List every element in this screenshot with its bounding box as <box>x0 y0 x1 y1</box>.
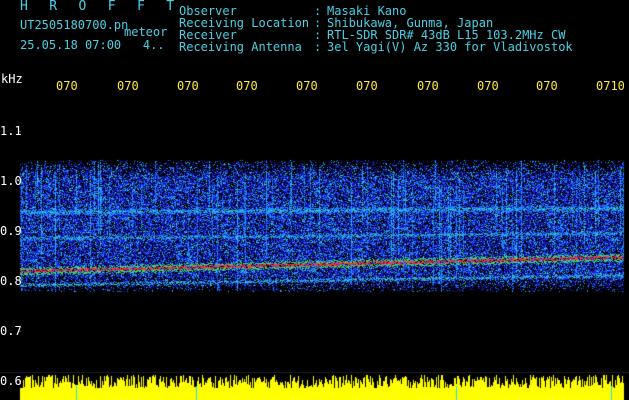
y-tick-label: 0.7 <box>0 324 22 338</box>
hrofft-spectrogram-window: H R O F F T UT2505180700.pn meteor 25.05… <box>0 0 629 400</box>
header-labels: Observer Receiving Location Receiver Receiv… <box>179 5 309 53</box>
header-values: Masaki Kano Shibukawa, Gunma, Japan RTL-SD… <box>327 5 573 53</box>
y-tick-label: 1.1 <box>0 124 22 138</box>
value-antenna: 3el Yagi(V) Az 330 for Vladivostok <box>327 40 573 54</box>
meteor-label: meteor <box>124 25 168 39</box>
y-tick-label: 0.6 <box>0 374 22 388</box>
x-tick-label: 070 <box>236 79 258 93</box>
x-tick-label: 070 <box>117 79 139 93</box>
colon: : <box>314 40 322 54</box>
x-tick-label: 070 <box>356 79 378 93</box>
y-tick-label: 1.0 <box>0 174 22 188</box>
datetime: 25.05.18 07:00 <box>20 38 122 52</box>
datetime-row: 25.05.18 07:00 4.. <box>20 39 165 51</box>
header-colons: :::: <box>314 5 321 53</box>
meteor-count: 4.. <box>142 38 165 52</box>
x-tick-label: 070 <box>56 79 78 93</box>
file-name: UT2505180700.pn <box>20 18 129 32</box>
x-tick-label: 070 <box>536 79 558 93</box>
label-antenna: Receiving Antenna <box>179 40 302 54</box>
y-tick-label: 0.8 <box>0 274 22 288</box>
x-tick-label: 070 <box>477 79 499 93</box>
y-tick-label: 0.9 <box>0 224 22 238</box>
x-tick-label: 070 <box>177 79 199 93</box>
x-tick-label: 070 <box>417 79 439 93</box>
x-tick-label: 070 <box>296 79 318 93</box>
spectrogram-canvas <box>0 0 629 400</box>
frequency-unit-label: kHz <box>1 72 23 86</box>
x-tick-label: 0710 <box>596 79 625 93</box>
brand-title: H R O F F T <box>20 0 181 14</box>
